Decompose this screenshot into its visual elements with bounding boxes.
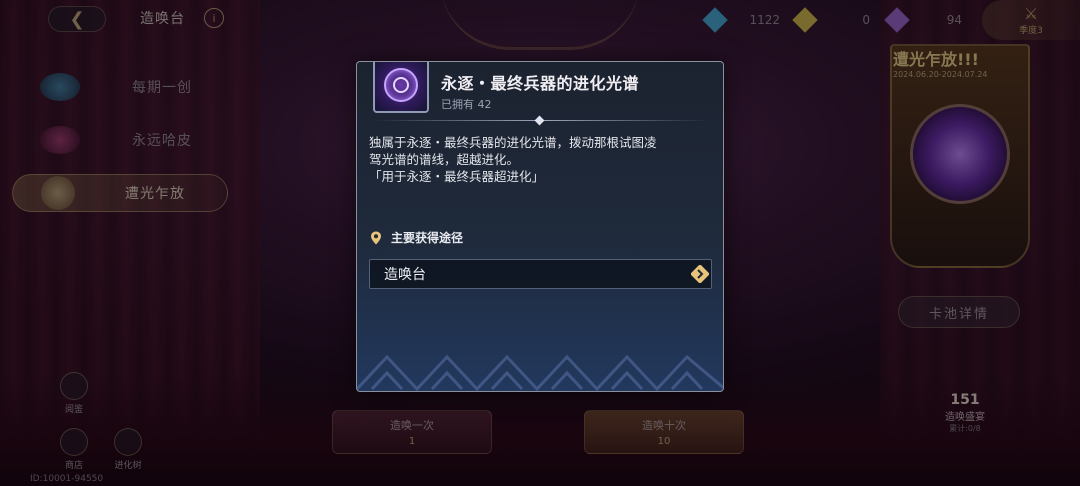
item-description: 独属于永逐・最终兵器的进化光谱，拨动那根试图凌 驾光谱的谱线，超越进化。 「用于…	[369, 134, 709, 185]
owned-value: 42	[477, 98, 492, 111]
item-detail-modal: 永逐・最终兵器的进化光谱 已拥有 42 独属于永逐・最终兵器的进化光谱，拨动那根…	[356, 61, 724, 392]
decorative-pattern	[357, 354, 723, 391]
description-line: 驾光谱的谱线，超越进化。	[369, 152, 520, 167]
source-header: 主要获得途径	[369, 229, 463, 246]
description-line: 「用于永逐・最终兵器超进化」	[369, 169, 545, 184]
source-item-label: 造唤台	[384, 267, 426, 283]
source-item-row[interactable]: 造唤台	[369, 259, 712, 289]
description-line: 独属于永逐・最终兵器的进化光谱，拨动那根试图凌	[369, 135, 657, 150]
go-arrow-icon	[691, 265, 709, 283]
source-header-label: 主要获得途径	[391, 231, 464, 245]
spectrum-item-icon	[373, 62, 429, 113]
owned-label: 已拥有	[441, 98, 474, 111]
divider-diamond	[534, 115, 545, 126]
item-name: 永逐・最终兵器的进化光谱	[441, 74, 640, 93]
owned-count: 已拥有 42	[441, 96, 492, 112]
spectrum-ring-inner	[393, 77, 409, 93]
location-pin-icon	[371, 231, 381, 244]
